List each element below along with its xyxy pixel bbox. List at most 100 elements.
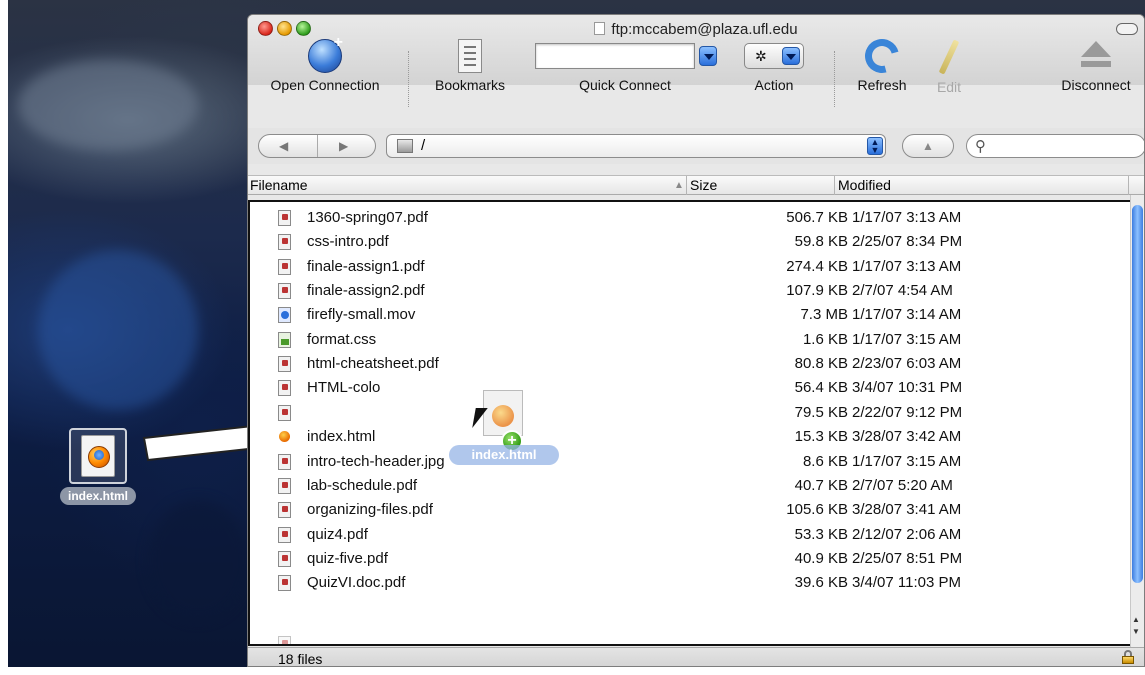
file-name: css-intro.pdf (307, 233, 389, 251)
quick-connect-label: Quick Connect (579, 77, 671, 93)
file-modified: 2/12/07 2:06 AM (852, 525, 962, 543)
file-modified: 3/28/07 3:41 AM (852, 501, 962, 519)
column-header: Filename ▲ Size Modified (248, 175, 1144, 195)
search-icon: ⚲ (975, 138, 986, 155)
vertical-scrollbar[interactable]: ▲ ▼ (1130, 195, 1144, 648)
window-title: ftp:mccabem@plaza.ufl.edu (248, 21, 1144, 38)
table-row[interactable]: lab-schedule.pdf 40.7 KB 2/7/07 5:20 AM (250, 474, 1131, 498)
back-forward-control: ◀ ▶ (258, 134, 376, 158)
pdf-icon (278, 404, 291, 421)
toolbar-toggle-button[interactable] (1116, 23, 1138, 35)
file-modified: 3/4/07 11:03 PM (852, 574, 961, 592)
file-size: 274.4 KB (786, 257, 848, 275)
action-label: Action (754, 77, 794, 93)
column-divider (1128, 176, 1129, 195)
table-row[interactable]: firefly-small.mov 7.3 MB 1/17/07 3:14 AM (250, 303, 1131, 327)
back-arrow-icon[interactable]: ◀ (279, 139, 288, 153)
open-connection-button[interactable]: Open Connection (260, 34, 390, 93)
table-row[interactable]: 1360-spring07.pdf 506.7 KB 1/17/07 3:13 AM (250, 206, 1131, 230)
window-title-text: ftp:mccabem@plaza.ufl.edu (611, 21, 798, 38)
file-name: 1360-spring07.pdf (307, 209, 428, 226)
disconnect-button[interactable]: Disconnect (1048, 39, 1144, 93)
pdf-icon (278, 550, 291, 567)
bookmarks-button[interactable]: Bookmarks (420, 39, 520, 93)
file-name: index.html (307, 428, 376, 446)
edit-label: Edit (936, 79, 962, 95)
dragged-file-icon (483, 390, 523, 436)
file-size: 1.6 KB (802, 330, 848, 348)
table-row[interactable]: css-intro.pdf 59.8 KB 2/25/07 8:34 PM (250, 230, 1131, 254)
column-filename[interactable]: Filename (250, 177, 308, 193)
scroll-up-arrow-icon[interactable]: ▲ (1132, 615, 1140, 624)
table-row[interactable]: QuizVI.doc.pdf 39.6 KB 3/4/07 11:03 PM (250, 571, 1131, 595)
table-row[interactable]: 79.5 KB 2/22/07 9:12 PM (250, 401, 1131, 425)
quick-connect-combobox[interactable] (535, 43, 717, 69)
edit-button[interactable]: Edit (924, 39, 974, 95)
table-row[interactable]: finale-assign2.pdf 107.9 KB 2/7/07 4:54 AM (250, 279, 1131, 303)
file-modified: 2/25/07 8:51 PM (852, 549, 963, 567)
forward-arrow-icon[interactable]: ▶ (339, 139, 348, 153)
file-modified: 1/17/07 3:15 AM (852, 330, 962, 348)
quick-connect-dropdown-button[interactable] (699, 46, 717, 66)
file-list[interactable]: 1360-spring07.pdf 506.7 KB 1/17/07 3:13 AM… (248, 200, 1133, 646)
parent-directory-button[interactable]: ▲ (902, 134, 954, 158)
open-connection-icon (308, 34, 343, 73)
action-menu-button[interactable]: ✲ (744, 43, 804, 69)
search-input[interactable]: ⚲ (966, 134, 1144, 158)
refresh-button[interactable]: Refresh (844, 32, 920, 93)
table-row[interactable]: HTML-colo 56.4 KB 3/4/07 10:31 PM (250, 376, 1131, 400)
file-name: format.css (307, 330, 377, 348)
pdf-icon (278, 356, 291, 373)
firefly-icon (88, 446, 110, 468)
file-name: html-cheatsheet.pdf (307, 355, 439, 373)
file-modified: 2/22/07 9:12 PM (852, 403, 963, 421)
path-selector[interactable]: / ▲ ▼ (386, 134, 886, 158)
pdf-icon (278, 502, 291, 519)
desktop-file-index-html[interactable]: index.html (42, 428, 154, 505)
table-row[interactable]: index.html 15.3 KB 3/28/07 3:42 AM (250, 425, 1131, 449)
pdf-icon (278, 283, 291, 300)
table-row[interactable]: html-cheatsheet.pdf 80.8 KB 2/23/07 6:03 A… (250, 352, 1131, 376)
drag-preview: + index.html (449, 388, 559, 468)
file-modified: 3/4/07 10:31 PM (852, 379, 963, 397)
file-size: 506.7 KB (786, 209, 848, 226)
file-name: quiz-five.pdf (307, 549, 388, 567)
column-divider (686, 176, 687, 195)
ftp-window: ftp:mccabem@plaza.ufl.edu Open Connectio… (247, 14, 1145, 667)
action-control: ✲ Action (734, 37, 814, 93)
quick-connect-input[interactable] (535, 43, 695, 69)
file-modified: 2/7/07 4:54 AM (852, 282, 953, 300)
file-modified: 1/17/07 3:15 AM (852, 452, 962, 470)
scrollbar-thumb[interactable] (1132, 205, 1143, 583)
table-row[interactable]: finale-assign1.pdf 274.4 KB 1/17/07 3:13 A… (250, 255, 1131, 279)
file-name: lab-schedule.pdf (307, 476, 418, 494)
up-arrow-icon: ▲ (922, 139, 934, 153)
column-size[interactable]: Size (690, 177, 717, 193)
toolbar-separator (408, 51, 409, 107)
segment-divider (317, 135, 318, 157)
table-row[interactable]: format.css 1.6 KB 1/17/07 3:15 AM (250, 328, 1131, 352)
sort-ascending-icon: ▲ (674, 180, 684, 191)
table-row[interactable]: quiz-five.pdf 40.9 KB 2/25/07 8:51 PM (250, 547, 1131, 571)
file-modified: 3/28/07 3:42 AM (852, 428, 962, 446)
path-popup-arrows-icon[interactable]: ▲ ▼ (867, 137, 883, 155)
background-blur (18, 60, 198, 150)
table-row[interactable]: intro-tech-header.jpg 8.6 KB 1/17/07 3:15 … (250, 450, 1131, 474)
table-row[interactable]: quiz4.pdf 53.3 KB 2/12/07 2:06 AM (250, 523, 1131, 547)
pencil-icon (938, 39, 960, 75)
column-modified[interactable]: Modified (838, 177, 891, 193)
bookmarks-icon (458, 39, 482, 73)
table-row[interactable]: organizing-files.pdf 105.6 KB 3/28/07 3:41… (250, 498, 1131, 522)
pdf-icon (278, 526, 291, 543)
file-size: 8.6 KB (802, 452, 848, 470)
lock-icon (1122, 650, 1134, 664)
file-modified: 2/25/07 8:34 PM (852, 233, 963, 251)
file-name: firefly-small.mov (307, 306, 416, 324)
path-text: / (421, 137, 426, 154)
file-size: 39.6 KB (794, 574, 848, 592)
desktop-file-label: index.html (59, 487, 136, 505)
file-name: organizing-files.pdf (307, 501, 433, 519)
document-icon (594, 22, 606, 35)
column-divider (834, 176, 835, 195)
scroll-down-arrow-icon[interactable]: ▼ (1132, 627, 1140, 636)
